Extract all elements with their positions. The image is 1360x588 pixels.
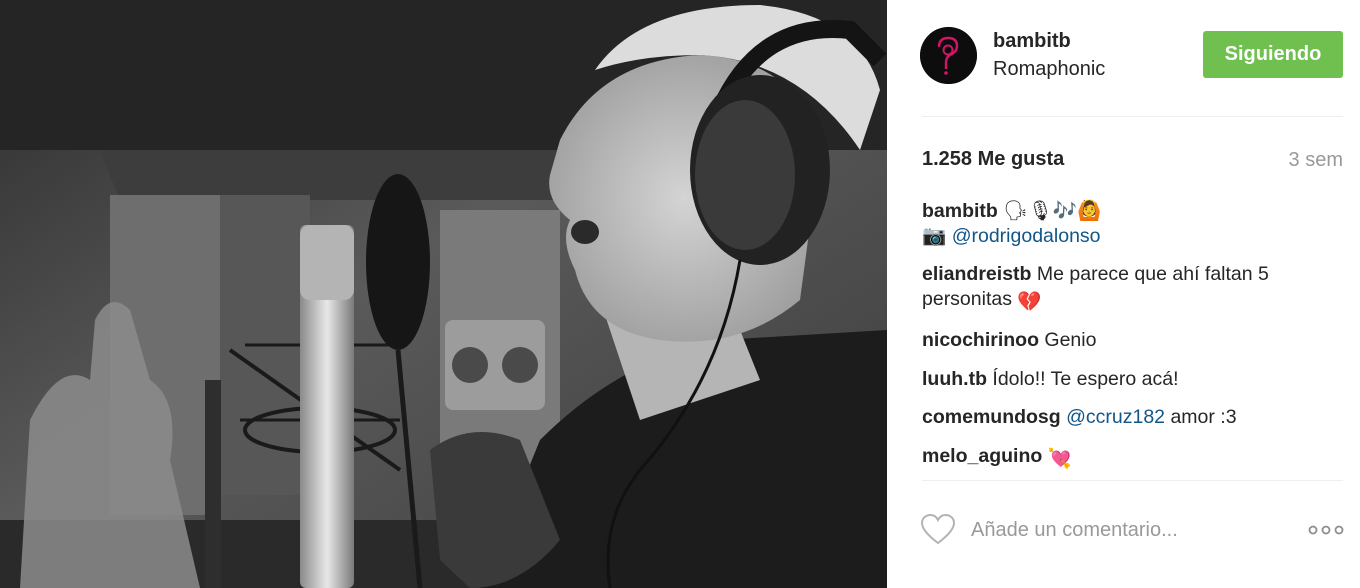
likes-count[interactable]: 1.258 Me gusta — [922, 148, 1064, 171]
comment-username[interactable]: luuh.tb — [922, 368, 987, 390]
comment-username[interactable]: eliandreistb — [922, 263, 1031, 285]
post-username[interactable]: bambitb — [993, 30, 1071, 53]
camera-emoji: 📷 — [922, 224, 947, 247]
photo-illustration — [0, 0, 887, 588]
caption: bambitb 🗣🎙🎶🙆 📷 @rodrigodalonso — [922, 199, 1342, 248]
comment-item: melo_aguino 💘 — [922, 444, 1342, 472]
broken-heart-icon: 💔 — [1017, 290, 1042, 313]
comment-text: amor :3 — [1170, 406, 1237, 428]
comment-input[interactable] — [971, 514, 1271, 546]
comment-username[interactable]: nicochirinoo — [922, 329, 1039, 351]
post-photo[interactable] — [0, 0, 887, 588]
comment-text: Genio — [1044, 329, 1097, 351]
comment-item: comemundosg @ccruz182 amor :3 — [922, 405, 1342, 430]
comment-text: Ídolo!! Te espero acá! — [992, 367, 1179, 390]
comment-item: eliandreistb Me parece que ahí faltan 5 … — [922, 262, 1342, 314]
caption-emojis: 🗣🎙🎶🙆 — [1003, 200, 1102, 222]
comment-item: nicochirinoo Genio — [922, 328, 1342, 353]
heart-arrow-icon: 💘 — [1047, 447, 1072, 470]
post-header: bambitb Romaphonic Siguiendo — [887, 0, 1360, 116]
comment-username[interactable]: comemundosg — [922, 406, 1061, 428]
header-divider — [922, 116, 1343, 117]
comment-username[interactable]: melo_aguino — [922, 445, 1042, 467]
post-container: bambitb Romaphonic Siguiendo 1.258 Me gu… — [0, 0, 1360, 588]
comment-item: luuh.tb Ídolo!! Te espero acá! — [922, 367, 1342, 392]
avatar[interactable] — [920, 27, 977, 84]
post-footer — [887, 480, 1360, 588]
comment-mention[interactable]: @ccruz182 — [1066, 406, 1165, 428]
more-options-icon[interactable] — [1308, 522, 1344, 538]
comments-list[interactable]: bambitb 🗣🎙🎶🙆 📷 @rodrigodalonso eliandrei… — [922, 199, 1342, 480]
post-location[interactable]: Romaphonic — [993, 58, 1105, 81]
caption-mention[interactable]: @rodrigodalonso — [952, 225, 1101, 247]
post-sidebar: bambitb Romaphonic Siguiendo 1.258 Me gu… — [887, 0, 1360, 588]
caption-username[interactable]: bambitb — [922, 200, 998, 222]
heart-outline-icon[interactable] — [920, 513, 956, 546]
post-time[interactable]: 3 sem — [1289, 149, 1343, 172]
following-button[interactable]: Siguiendo — [1203, 31, 1343, 78]
